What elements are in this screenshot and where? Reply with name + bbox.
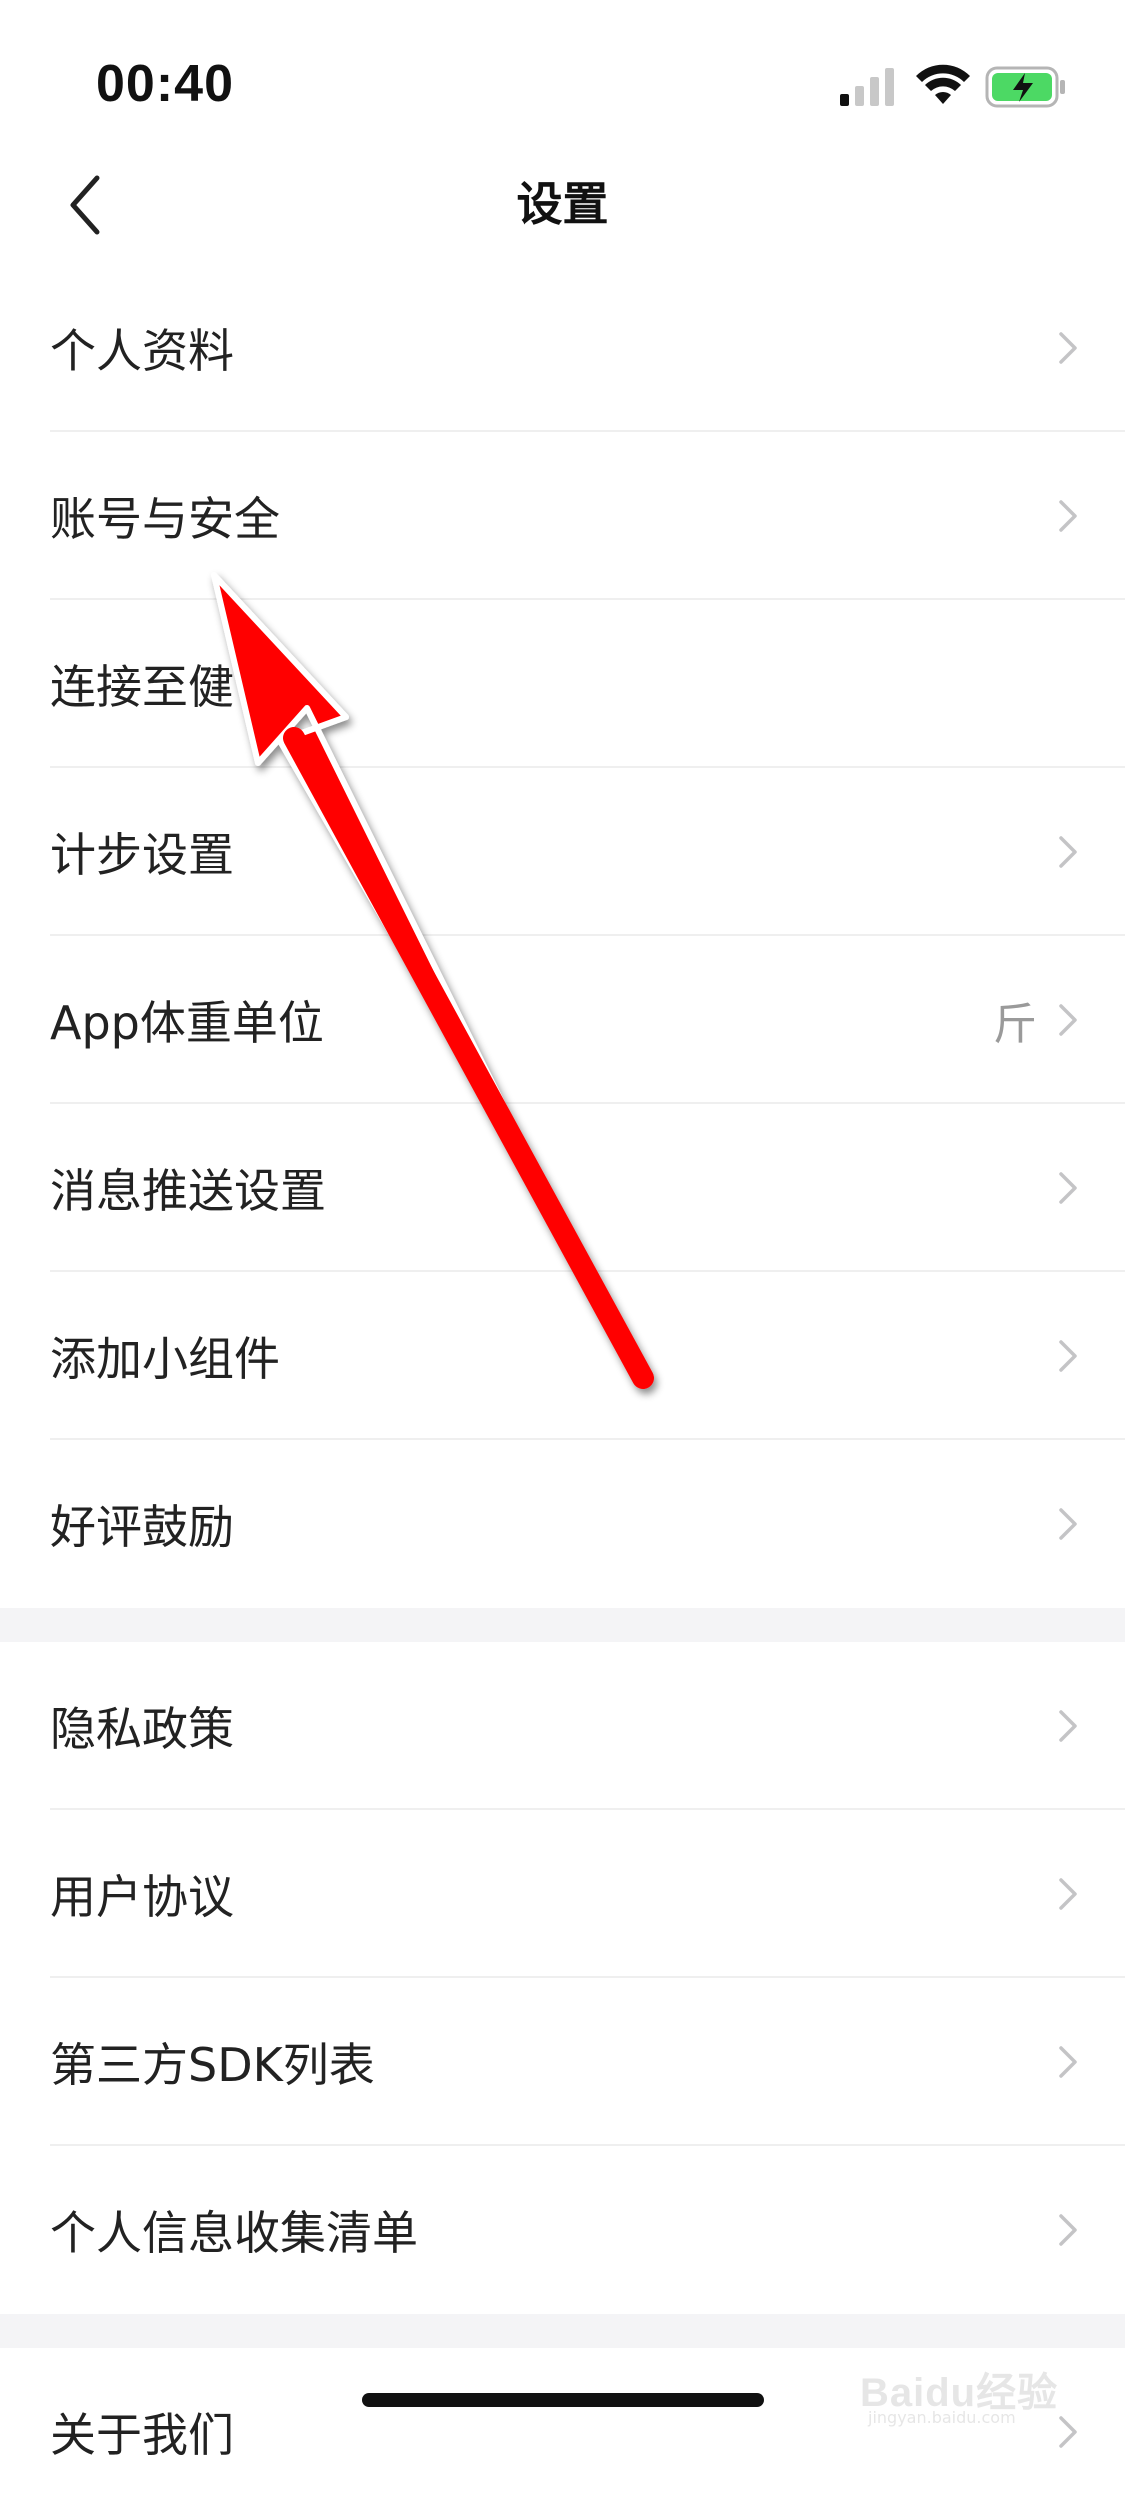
settings-item-account-security[interactable]: 账号与安全 bbox=[0, 432, 1125, 600]
watermark: Baidu经验 jingyan.baidu.com bbox=[860, 2330, 1100, 2427]
settings-item-personal-info-list[interactable]: 个人信息收集清单 bbox=[0, 2146, 1125, 2314]
settings-item-profile[interactable]: 个人资料 bbox=[0, 264, 1125, 432]
section-separator bbox=[0, 1608, 1125, 1642]
settings-item-push-notifications[interactable]: 消息推送设置 bbox=[0, 1104, 1125, 1272]
status-bar: 00:40 bbox=[0, 0, 1125, 170]
settings-item-weight-unit[interactable]: App体重单位 斤 bbox=[0, 936, 1125, 1104]
settings-item-user-agreement[interactable]: 用户协议 bbox=[0, 1810, 1125, 1978]
settings-item-add-widget[interactable]: 添加小组件 bbox=[0, 1272, 1125, 1440]
settings-item-label: 个人信息收集清单 bbox=[50, 2206, 418, 2260]
settings-item-label: App体重单位 bbox=[50, 996, 324, 1050]
chevron-right-icon bbox=[1059, 2214, 1077, 2246]
chevron-right-icon bbox=[1059, 1508, 1077, 1540]
chevron-right-icon bbox=[1059, 2046, 1077, 2078]
chevron-right-icon bbox=[1059, 1172, 1077, 1204]
settings-item-label: 用户协议 bbox=[50, 1870, 234, 1924]
settings-item-value: 斤 bbox=[993, 999, 1037, 1050]
settings-item-label: 个人资料 bbox=[50, 324, 234, 378]
chevron-right-icon bbox=[1059, 836, 1077, 868]
settings-item-label: 添加小组件 bbox=[50, 1332, 280, 1386]
chevron-right-icon bbox=[1059, 1340, 1077, 1372]
settings-item-rate-app[interactable]: 好评鼓励 bbox=[0, 1440, 1125, 1608]
chevron-right-icon bbox=[1059, 1878, 1077, 1910]
status-time: 00:40 bbox=[96, 55, 234, 113]
settings-item-label: 关于我们 bbox=[50, 2408, 234, 2462]
settings-item-third-party-sdk[interactable]: 第三方SDK列表 bbox=[0, 1978, 1125, 2146]
chevron-right-icon bbox=[1059, 1004, 1077, 1036]
settings-item-privacy-policy[interactable]: 隐私政策 bbox=[0, 1642, 1125, 1810]
settings-item-step-settings[interactable]: 计步设置 bbox=[0, 768, 1125, 936]
settings-item-label: 账号与安全 bbox=[50, 492, 280, 546]
wifi-icon bbox=[916, 64, 970, 104]
settings-item-label: 连接至健 bbox=[50, 660, 234, 714]
home-indicator[interactable] bbox=[362, 2393, 764, 2407]
chevron-right-icon bbox=[1059, 500, 1077, 532]
settings-item-label: 隐私政策 bbox=[50, 1702, 234, 1756]
settings-item-label: 计步设置 bbox=[50, 828, 234, 882]
settings-item-label: 第三方SDK列表 bbox=[50, 2038, 375, 2092]
battery-charging-icon bbox=[985, 66, 1065, 108]
chevron-right-icon bbox=[1059, 332, 1077, 364]
watermark-sub: jingyan.baidu.com bbox=[868, 2408, 1016, 2427]
page-title: 设置 bbox=[516, 177, 609, 231]
settings-list: 个人资料 账号与安全 连接至健 计步设置 App体重单位 斤 消息推送设置 添加… bbox=[0, 264, 1125, 2516]
settings-item-connect-health[interactable]: 连接至健 bbox=[0, 600, 1125, 768]
chevron-right-icon bbox=[1059, 1710, 1077, 1742]
nav-bar: 设置 bbox=[0, 150, 1125, 260]
cellular-signal-icon bbox=[840, 68, 894, 106]
settings-item-label: 好评鼓励 bbox=[50, 1500, 234, 1554]
settings-item-label: 消息推送设置 bbox=[50, 1164, 326, 1218]
